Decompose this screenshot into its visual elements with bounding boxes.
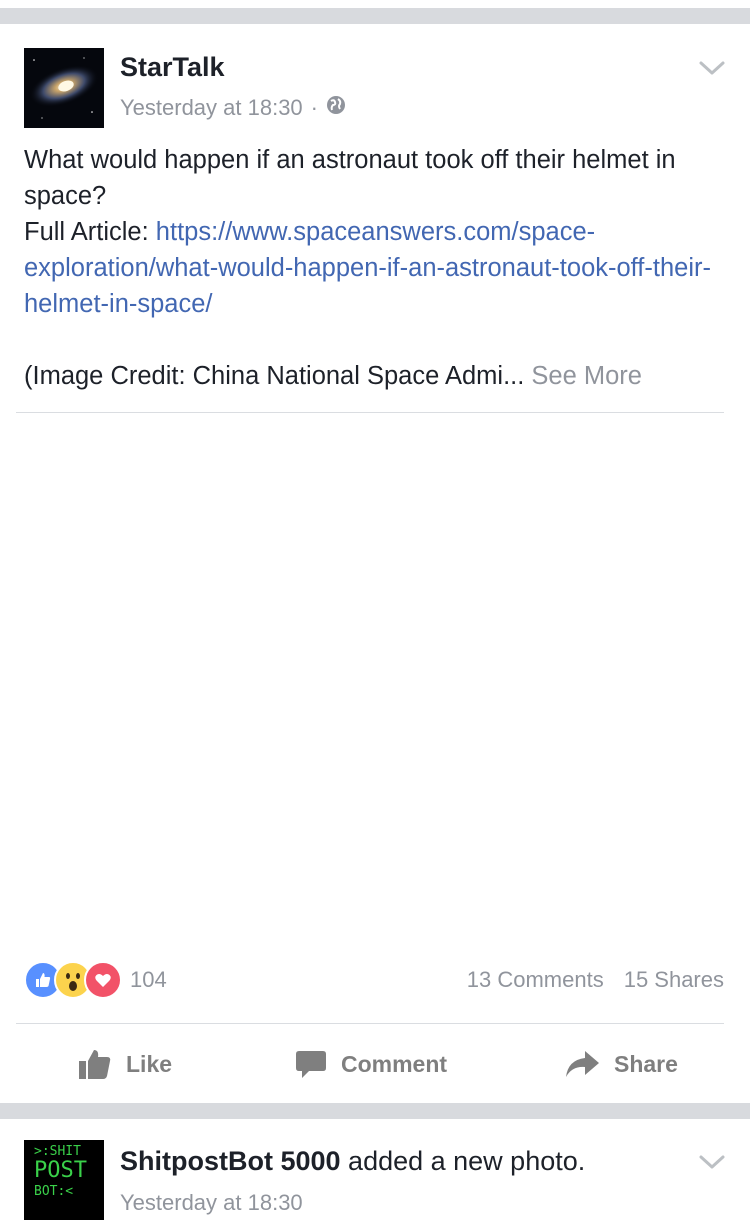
like-label: Like xyxy=(126,1050,173,1077)
avatar-text-line: BOT:< xyxy=(34,1184,74,1199)
next-post-header: ShitpostBot 5000 added a new photo. xyxy=(120,1146,585,1177)
image-credit: (Image Credit: China National Space Admi… xyxy=(24,362,525,390)
page-name[interactable]: StarTalk xyxy=(120,52,225,83)
comment-label: Comment xyxy=(341,1050,448,1077)
comment-button[interactable]: Comment xyxy=(295,1040,447,1088)
reaction-count: 104 xyxy=(130,967,167,992)
shares-count[interactable]: 15 Shares xyxy=(624,967,724,993)
share-arrow-icon xyxy=(566,1051,599,1077)
chevron-down-icon[interactable] xyxy=(698,58,726,78)
post-meta: Yesterday at 18:30 · xyxy=(120,95,346,121)
next-post-action: added a new photo. xyxy=(340,1146,586,1176)
feed-separator xyxy=(0,8,750,24)
comments-count[interactable]: 13 Comments xyxy=(467,967,604,993)
post-body: What would happen if an astronaut took o… xyxy=(24,142,724,394)
avatar-text-line: >:SHIT xyxy=(34,1144,81,1159)
thumbs-up-icon xyxy=(79,1050,111,1079)
share-button[interactable]: Share xyxy=(564,1040,678,1088)
avatar-text-line: POST xyxy=(34,1158,87,1183)
post-timestamp[interactable]: Yesterday at 18:30 xyxy=(120,95,303,121)
article-prefix: Full Article: xyxy=(24,218,156,246)
next-post-avatar[interactable]: >:SHIT POST BOT:< xyxy=(24,1140,104,1220)
globe-icon[interactable] xyxy=(326,95,346,121)
page-avatar[interactable] xyxy=(24,48,104,128)
divider xyxy=(16,1023,724,1024)
like-button[interactable]: Like xyxy=(78,1040,172,1088)
image-credit-line: (Image Credit: China National Space Admi… xyxy=(24,358,724,394)
feed-separator xyxy=(0,1103,750,1119)
post-article-line: Full Article: https://www.spaceanswers.c… xyxy=(24,214,724,322)
see-more-link[interactable]: See More xyxy=(531,362,642,390)
love-reaction-icon xyxy=(84,961,122,999)
next-post-timestamp: Yesterday at 18:30 xyxy=(120,1190,303,1215)
reactions-summary[interactable]: 104 xyxy=(24,961,167,999)
post-question: What would happen if an astronaut took o… xyxy=(24,146,676,210)
engagement-counts: 13 Comments 15 Shares xyxy=(467,967,724,993)
divider xyxy=(16,412,724,413)
post-actions: Like Comment Share xyxy=(0,1040,750,1088)
meta-separator: · xyxy=(310,95,318,120)
chevron-down-icon[interactable] xyxy=(698,1152,726,1172)
share-label: Share xyxy=(614,1050,678,1077)
comment-icon xyxy=(296,1051,326,1078)
next-post-author[interactable]: ShitpostBot 5000 xyxy=(120,1146,341,1176)
galaxy-image xyxy=(24,48,104,128)
